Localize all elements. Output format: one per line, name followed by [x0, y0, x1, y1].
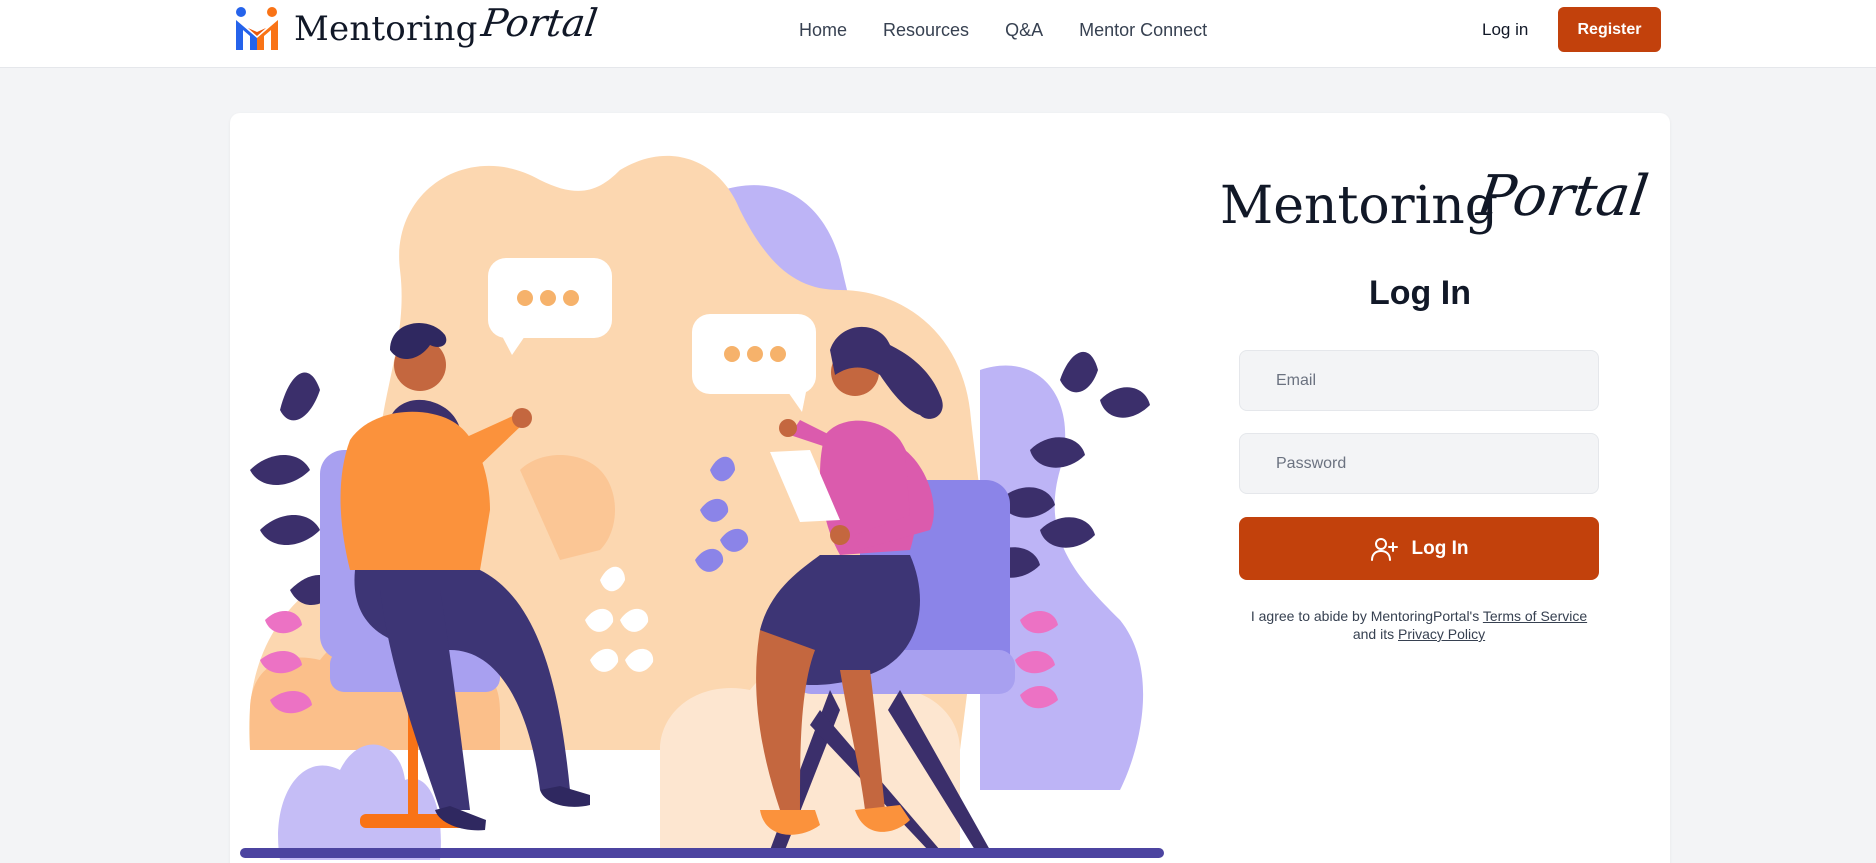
nav-mentor-connect[interactable]: Mentor Connect: [1079, 18, 1207, 42]
register-button[interactable]: Register: [1558, 7, 1661, 52]
nav-resources[interactable]: Resources: [883, 18, 969, 42]
terms-middle: and its: [1352, 626, 1395, 642]
nav-qa[interactable]: Q&A: [1005, 18, 1043, 42]
top-navbar: Mentoring Portal Home Resources Q&A Ment…: [0, 0, 1876, 68]
mentoring-illustration: [240, 155, 1164, 860]
email-field[interactable]: [1239, 350, 1599, 411]
brand-word: Mentoring: [294, 9, 478, 49]
form-brand-logo: Mentoring Portal: [1220, 164, 1652, 244]
brand-script: Portal: [478, 1, 600, 45]
form-brand-script: Portal: [1473, 164, 1653, 229]
privacy-policy-link[interactable]: Privacy Policy: [1398, 626, 1485, 642]
login-submit-button[interactable]: Log In: [1239, 517, 1599, 580]
header-login-link[interactable]: Log in: [1482, 18, 1528, 42]
terms-prefix: I agree to abide by MentoringPortal's: [1250, 608, 1480, 624]
nav-home[interactable]: Home: [799, 18, 847, 42]
terms-notice: I agree to abide by MentoringPortal's Te…: [1239, 607, 1599, 643]
login-title: Log In: [1369, 274, 1471, 312]
brand-logo-icon: [236, 7, 278, 50]
password-field[interactable]: [1239, 433, 1599, 494]
user-plus-icon: [1370, 537, 1398, 561]
form-brand-word: Mentoring: [1220, 176, 1498, 236]
main-nav: Home Resources Q&A Mentor Connect: [799, 18, 1207, 42]
login-submit-label: Log In: [1411, 537, 1469, 559]
terms-of-service-link[interactable]: Terms of Service: [1483, 608, 1587, 624]
brand-logo[interactable]: Mentoring Portal: [234, 1, 600, 54]
